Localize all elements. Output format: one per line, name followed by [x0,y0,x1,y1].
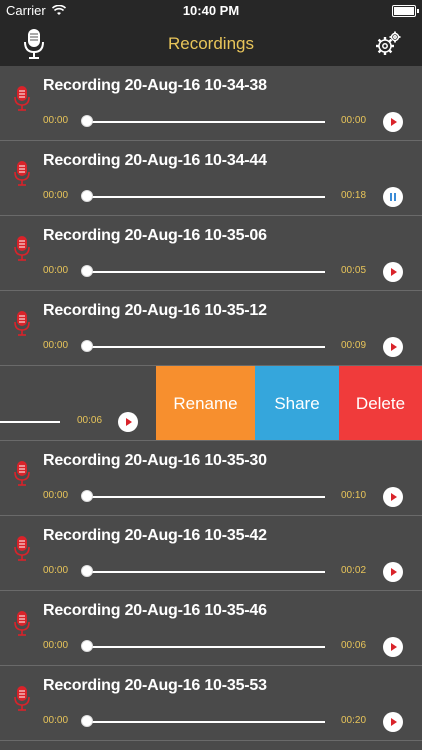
play-button[interactable] [383,112,403,132]
share-button[interactable]: Share [255,366,339,440]
slider-knob[interactable] [81,340,93,352]
recording-name: Recording 20-Aug-16 10-35-53 [43,677,267,694]
microphone-icon [12,234,32,264]
play-button[interactable] [383,562,403,582]
play-icon [391,118,397,126]
progress-slider[interactable] [81,715,325,727]
duration: 00:06 [77,415,103,426]
recording-row[interactable]: Recording 20-Aug-16 10-35-06 00:00 00:05 [0,216,422,291]
play-icon [391,718,397,726]
rename-button[interactable]: Rename [156,366,255,440]
play-icon [391,268,397,276]
play-icon [391,568,397,576]
progress-slider[interactable] [81,565,325,577]
recording-name: Recording 20-Aug-16 10-35-12 [43,302,267,319]
play-button[interactable] [118,412,138,432]
duration: 00:18 [341,190,367,201]
duration: 00:02 [341,565,367,576]
pause-button[interactable] [383,187,403,207]
microphone-icon [12,609,32,639]
swipe-actions: Rename Share Delete [156,366,422,440]
current-time: 00:00 [43,715,69,726]
current-time: 00:00 [43,640,69,651]
pause-icon [390,193,392,201]
current-time: 00:00 [43,265,69,276]
recording-row[interactable]: Recording 20-Aug-16 10-34-44 00:00 00:18 [0,141,422,216]
recording-row[interactable]: Recording 20-Aug-16 10-35-46 00:00 00:06 [0,591,422,666]
microphone-icon [12,684,32,714]
progress-slider[interactable] [81,190,325,202]
microphone-icon [12,309,32,339]
recordings-list: Recording 20-Aug-16 10-34-38 00:00 00:00… [0,66,422,750]
play-icon [391,343,397,351]
progress-slider[interactable] [81,115,325,127]
play-button[interactable] [383,337,403,357]
recording-name: Recording 20-Aug-16 10-35-06 [43,227,267,244]
play-icon [391,493,397,501]
slider-knob[interactable] [81,715,93,727]
slider-knob[interactable] [81,490,93,502]
recording-row[interactable]: Recording 20-Aug-16 10-34-38 00:00 00:00 [0,66,422,141]
slider-knob[interactable] [81,115,93,127]
slider-knob[interactable] [81,190,93,202]
current-time: 00:00 [43,190,69,201]
nav-bar: Recordings [0,22,422,66]
progress-slider[interactable] [81,265,325,277]
slider-knob[interactable] [81,265,93,277]
current-time: 00:00 [43,340,69,351]
recording-name: Recording 20-Aug-16 10-35-42 [43,527,267,544]
recording-name: Recording 20-Aug-16 10-35-30 [43,452,267,469]
play-button[interactable] [383,712,403,732]
progress-slider[interactable] [0,421,60,423]
recording-row[interactable]: Recording 20-Aug-16 10-35-12 00:00 00:09 [0,291,422,366]
microphone-icon [12,159,32,189]
delete-button[interactable]: Delete [339,366,422,440]
page-title: Recordings [168,34,254,53]
status-bar: Carrier 10:40 PM [0,0,422,22]
recording-row[interactable]: Recording 20-Aug-16 10-35-42 00:00 00:02 [0,516,422,591]
progress-slider[interactable] [81,490,325,502]
settings-gear-icon[interactable] [374,30,402,58]
microphone-icon [12,84,32,114]
recording-row[interactable]: Recording 20-Aug-16 10-35-30 00:00 00:10 [0,441,422,516]
play-button[interactable] [383,262,403,282]
play-button[interactable] [383,487,403,507]
play-button[interactable] [383,637,403,657]
microphone-icon [12,459,32,489]
slider-knob[interactable] [81,565,93,577]
microphone-icon [12,534,32,564]
duration: 00:06 [341,640,367,651]
current-time: 00:00 [43,565,69,576]
duration: 00:09 [341,340,367,351]
recording-row-swiped[interactable]: 00:06 Rename Share Delete [0,366,422,441]
status-time: 10:40 PM [182,3,240,18]
recording-name: Recording 20-Aug-16 10-34-38 [43,77,267,94]
current-time: 00:00 [43,490,69,501]
progress-slider[interactable] [81,340,325,352]
progress-slider[interactable] [81,640,325,652]
duration: 00:20 [341,715,367,726]
slider-knob[interactable] [81,640,93,652]
duration: 00:00 [341,115,367,126]
recording-name: Recording 20-Aug-16 10-35-46 [43,602,267,619]
play-icon [126,418,132,426]
duration: 00:10 [341,490,367,501]
battery-icon [392,5,419,17]
duration: 00:05 [341,265,367,276]
recording-row[interactable]: Recording 20-Aug-16 10-35-53 00:00 00:20 [0,666,422,741]
play-icon [391,643,397,651]
current-time: 00:00 [43,115,69,126]
recording-name: Recording 20-Aug-16 10-34-44 [43,152,267,169]
